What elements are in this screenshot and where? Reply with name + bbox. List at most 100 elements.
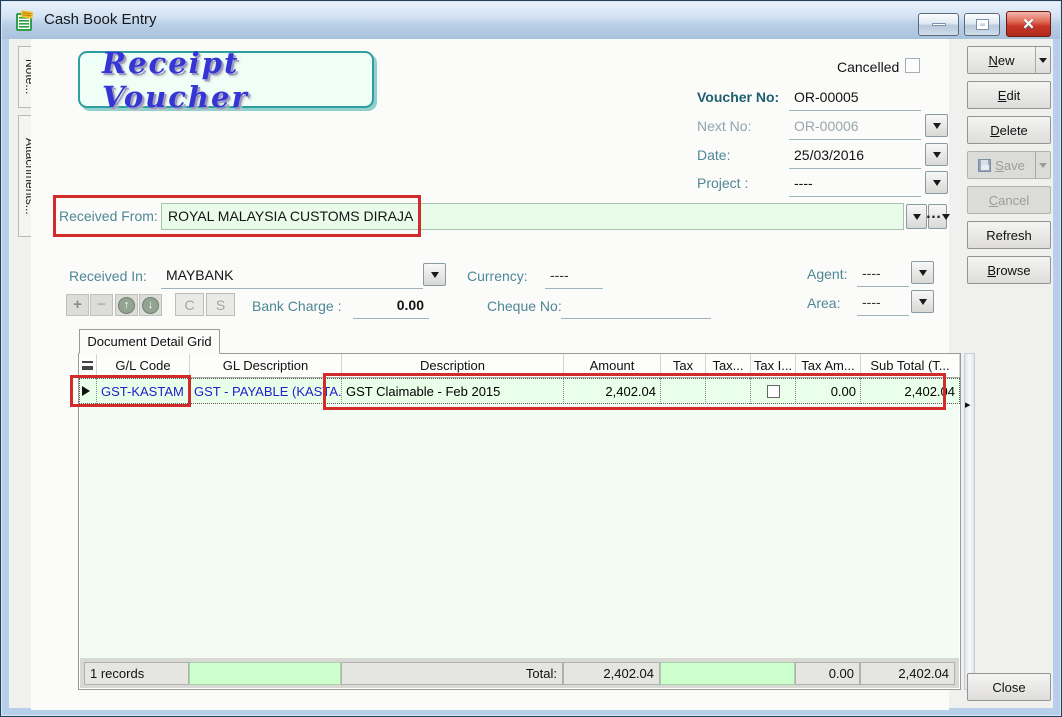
close-window-button[interactable]: [1006, 11, 1051, 37]
date-value[interactable]: 25/03/2016: [789, 143, 921, 169]
remove-row-button[interactable]: [90, 294, 113, 316]
move-down-button[interactable]: ↓: [139, 294, 162, 316]
cancel-button[interactable]: Cancel: [967, 186, 1051, 214]
column-header-gl-code[interactable]: G/L Code: [97, 354, 190, 377]
chevron-down-icon[interactable]: [1035, 47, 1050, 73]
chevron-down-icon: [1035, 152, 1050, 178]
tax-inclusive-checkbox[interactable]: [767, 385, 780, 398]
next-no-label: Next No:: [697, 118, 751, 134]
received-in-value[interactable]: MAYBANK: [161, 263, 423, 289]
cell-tax-code[interactable]: [706, 378, 751, 404]
cell-description[interactable]: GST Claimable - Feb 2015: [342, 378, 564, 404]
agent-value[interactable]: ----: [857, 261, 909, 287]
arrow-down-icon: ↓: [142, 297, 159, 314]
received-from-dropdown[interactable]: [906, 204, 927, 229]
cash-book-icon: [15, 10, 37, 32]
floppy-icon: [978, 159, 991, 172]
received-from-browse-button[interactable]: [928, 204, 947, 229]
minimize-icon: [932, 23, 946, 26]
plus-icon: [73, 296, 82, 314]
agent-dropdown[interactable]: [911, 261, 934, 284]
grid-tab-document-detail[interactable]: Document Detail Grid: [79, 329, 220, 354]
cancelled-checkbox[interactable]: [905, 58, 920, 73]
total-label: Total:: [341, 662, 563, 685]
maximize-icon: [977, 20, 988, 29]
minimize-button[interactable]: [918, 13, 959, 36]
project-label: Project :: [697, 175, 748, 191]
received-from-input[interactable]: ROYAL MALAYSIA CUSTOMS DIRAJA: [161, 203, 904, 230]
area-value[interactable]: ----: [857, 290, 909, 316]
add-row-button[interactable]: [66, 294, 89, 316]
next-no-value: OR-00006: [789, 114, 921, 140]
date-label: Date:: [697, 147, 730, 163]
currency-value: ----: [545, 263, 603, 289]
document-detail-grid: G/L Code GL Description Description Amou…: [78, 353, 961, 690]
bank-charge-value[interactable]: 0.00: [353, 293, 429, 319]
column-header-tax-code[interactable]: Tax...: [706, 354, 751, 377]
footer-spacer-green-1: [189, 662, 341, 685]
project-dropdown[interactable]: [925, 171, 948, 194]
form-panel: Receipt Voucher Cancelled Voucher No: OR…: [31, 39, 949, 710]
c-button[interactable]: C: [175, 293, 204, 316]
close-button[interactable]: Close: [967, 673, 1051, 701]
column-header-sub-total[interactable]: Sub Total (T...: [861, 354, 960, 377]
column-header-description[interactable]: Description: [342, 354, 564, 377]
cell-gl-description[interactable]: GST - PAYABLE (KASTA..: [190, 378, 342, 404]
cell-sub-total[interactable]: 2,402.04: [861, 378, 960, 404]
grid-empty-area: [80, 405, 959, 658]
cheque-no-label: Cheque No:: [487, 298, 562, 314]
currency-label: Currency:: [467, 268, 528, 284]
new-button-label: New: [968, 53, 1035, 68]
next-no-dropdown[interactable]: [925, 114, 948, 137]
date-dropdown[interactable]: [925, 143, 948, 166]
receipt-voucher-banner: Receipt Voucher: [78, 51, 374, 108]
records-count: 1 records: [84, 662, 189, 685]
voucher-no-label: Voucher No:: [697, 89, 779, 105]
column-header-gl-description[interactable]: GL Description: [190, 354, 342, 377]
edit-button[interactable]: Edit: [967, 81, 1051, 109]
list-icon: [82, 361, 93, 370]
cash-book-entry-window: Cash Book Entry Note... Attachments... R…: [0, 0, 1062, 717]
area-dropdown[interactable]: [911, 290, 934, 313]
project-value[interactable]: ----: [789, 171, 921, 197]
column-header-amount[interactable]: Amount: [564, 354, 661, 377]
grid-splitter[interactable]: [964, 353, 975, 690]
s-button[interactable]: S: [206, 293, 235, 316]
table-row[interactable]: GST-KASTAM GST - PAYABLE (KASTA.. GST Cl…: [79, 378, 960, 404]
client-area: Note... Attachments... Receipt Voucher C…: [9, 39, 1053, 708]
received-in-label: Received In:: [69, 268, 147, 284]
total-tax-amount: 0.00: [795, 662, 860, 685]
new-button[interactable]: New: [967, 46, 1051, 74]
cell-gl-code[interactable]: GST-KASTAM: [97, 378, 190, 404]
browse-button[interactable]: Browse: [967, 256, 1051, 284]
maximize-button[interactable]: [964, 13, 1000, 36]
column-header-tax-amount[interactable]: Tax Am...: [796, 354, 861, 377]
cell-tax-inclusive: [751, 378, 796, 404]
cancelled-label: Cancelled: [837, 59, 899, 75]
arrow-up-icon: ↑: [118, 297, 135, 314]
total-sub-total: 2,402.04: [860, 662, 955, 685]
move-up-button[interactable]: ↑: [115, 294, 138, 316]
refresh-button[interactable]: Refresh: [967, 221, 1051, 249]
cell-tax[interactable]: [661, 378, 706, 404]
titlebar: Cash Book Entry: [2, 2, 1060, 39]
delete-button[interactable]: Delete: [967, 116, 1051, 144]
cell-tax-amount[interactable]: 0.00: [796, 378, 861, 404]
row-marker: [79, 378, 97, 404]
received-from-label: Received From:: [59, 208, 158, 224]
save-button[interactable]: Save: [967, 151, 1051, 179]
row-marker-icon: [82, 386, 95, 396]
column-header-tax-inclusive[interactable]: Tax I...: [751, 354, 796, 377]
received-in-dropdown[interactable]: [423, 263, 446, 286]
save-button-label: Save: [968, 158, 1035, 173]
window-title: Cash Book Entry: [44, 11, 157, 28]
cell-amount[interactable]: 2,402.04: [564, 378, 661, 404]
column-header-tax[interactable]: Tax: [661, 354, 706, 377]
total-amount: 2,402.04: [563, 662, 660, 685]
grid-footer: 1 records Total: 2,402.04 0.00 2,402.04: [80, 658, 959, 688]
bank-charge-label: Bank Charge :: [252, 298, 342, 314]
close-icon: [1022, 15, 1035, 34]
grid-corner-cell: [79, 354, 97, 377]
cheque-no-input[interactable]: [561, 293, 711, 319]
agent-label: Agent:: [807, 266, 847, 282]
